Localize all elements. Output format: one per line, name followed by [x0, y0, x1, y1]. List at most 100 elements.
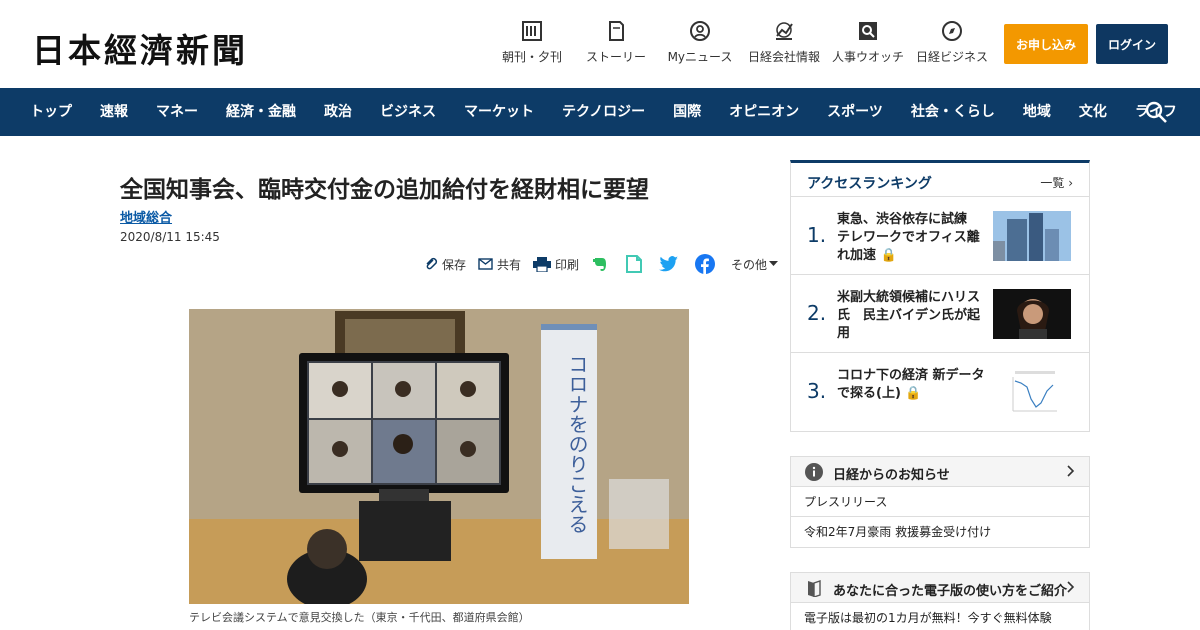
header-nav-personnel[interactable]: 人事ウオッチ [826, 20, 910, 65]
rank-headline-text: 東急、渋谷依存に試練 テレワークでオフィス離れ加速 [837, 212, 981, 263]
ranking-header: アクセスランキング 一覧 › [791, 163, 1089, 197]
print-button[interactable]: 印刷 [533, 256, 579, 273]
guide-item[interactable]: 電子版は最初の1カ月が無料！今すぐ無料体験 [791, 603, 1089, 630]
main-nav-item[interactable]: スポーツ [813, 88, 897, 136]
main-nav: トップ 速報 マネー 経済・金融 政治 ビジネス マーケット テクノロジー 国際… [0, 88, 1200, 136]
rank-headline-text: 米副大統領候補にハリス氏 民主バイデン氏が起用 [837, 290, 981, 341]
note-icon [626, 255, 643, 273]
site-header: 日本經濟新聞 朝刊・夕刊 ストーリー Myニュース 日経会社情報 人事ウオッチ … [0, 0, 1200, 88]
main-nav-item[interactable]: 地域 [1009, 88, 1065, 136]
notice-title: 日経からのお知らせ [833, 468, 950, 483]
ranking-item[interactable]: 1. 東急、渋谷依存に試練 テレワークでオフィス離れ加速 🔒 [791, 197, 1089, 275]
printer-icon [533, 256, 552, 272]
info-icon [805, 463, 823, 481]
nikkei-notice: 日経からのお知らせ プレスリリース 令和2年7月豪雨 救援募金受け付け [790, 456, 1090, 548]
chevron-right-icon [1067, 465, 1075, 477]
ranking-more-label: 一覧 [1040, 176, 1065, 190]
header-nav-label: 日経会社情報 [747, 50, 820, 64]
evernote-icon [593, 258, 607, 271]
notice-item[interactable]: プレスリリース [791, 487, 1089, 517]
user-icon [690, 21, 710, 41]
header-nav-story[interactable]: ストーリー [574, 20, 658, 65]
site-logo[interactable]: 日本經濟新聞 [32, 24, 248, 72]
paperclip-icon [426, 257, 438, 270]
share-label: 共有 [497, 257, 522, 272]
digital-guide: あなたに合った電子版の使い方をご紹介 電子版は最初の1カ月が無料！今すぐ無料体験 [790, 572, 1090, 630]
lock-icon: 🔒 [880, 248, 897, 263]
rank-headline: 東急、渋谷依存に試練 テレワークでオフィス離れ加速 🔒 [837, 211, 987, 265]
ranking-more-link[interactable]: 一覧 › [1040, 174, 1073, 191]
header-nav-business[interactable]: 日経ビジネス [910, 20, 994, 65]
photo-caption: テレビ会議システムで意見交換した（東京・千代田、都道府県会館） [189, 611, 530, 624]
chart-icon [776, 22, 793, 40]
save-button[interactable]: 保存 [424, 256, 466, 273]
rank-headline: 米副大統領候補にハリス氏 民主バイデン氏が起用 [837, 289, 987, 343]
header-nav-label: 日経ビジネス [915, 50, 988, 64]
main-nav-item[interactable]: 文化 [1065, 88, 1121, 136]
twitter-icon [659, 255, 679, 271]
caret-down-icon [769, 261, 779, 266]
access-ranking: アクセスランキング 一覧 › 1. 東急、渋谷依存に試練 テレワークでオフィス離… [790, 160, 1090, 432]
main-nav-item[interactable]: マーケット [450, 88, 548, 136]
facebook-button[interactable] [695, 254, 719, 274]
more-label: その他 [731, 257, 768, 272]
main-nav-item[interactable]: 国際 [659, 88, 715, 136]
article-category-link[interactable]: 地域総合 [120, 207, 172, 226]
note-button[interactable] [625, 254, 647, 274]
facebook-icon [695, 254, 716, 274]
header-nav-company[interactable]: 日経会社情報 [742, 20, 826, 65]
meeting-photo-image: コロナをのりこえる [189, 309, 689, 604]
header-nav-label: 朝刊・夕刊 [501, 50, 562, 64]
article-photo: コロナをのりこえる [189, 309, 689, 604]
mail-icon [478, 258, 493, 270]
book-icon [808, 580, 821, 597]
login-button[interactable]: ログイン [1096, 24, 1168, 64]
rank-number: 3. [807, 379, 827, 403]
header-nav-label: 人事ウオッチ [831, 50, 904, 64]
main-nav-item[interactable]: 社会・くらし [897, 88, 1009, 136]
main-nav-item[interactable]: オピニオン [715, 88, 813, 136]
twitter-button[interactable] [659, 255, 683, 273]
lock-icon: 🔒 [905, 386, 922, 401]
rank-headline: コロナ下の経済 新データで探る(上) 🔒 [837, 367, 987, 403]
main-nav-item[interactable]: テクノロジー [548, 88, 659, 136]
share-button[interactable]: 共有 [478, 256, 521, 273]
article-tools: 保存 共有 印刷 その他 [424, 254, 794, 274]
rank-thumbnail [993, 289, 1071, 339]
ranking-item[interactable]: 2. 米副大統領候補にハリス氏 民主バイデン氏が起用 [791, 275, 1089, 353]
main-nav-item[interactable]: 速報 [86, 88, 142, 136]
guide-header[interactable]: あなたに合った電子版の使い方をご紹介 [791, 573, 1089, 603]
notice-header[interactable]: 日経からのお知らせ [791, 457, 1089, 487]
main-nav-item[interactable]: 経済・金融 [212, 88, 310, 136]
save-label: 保存 [442, 257, 467, 272]
evernote-button[interactable] [591, 255, 613, 273]
main-nav-item[interactable]: ビジネス [366, 88, 450, 136]
ranking-item[interactable]: 3. コロナ下の経済 新データで探る(上) 🔒 [791, 353, 1089, 431]
notice-item[interactable]: 令和2年7月豪雨 救援募金受け付け [791, 517, 1089, 547]
banner-text: コロナをのりこえる [565, 354, 589, 534]
header-nav-mynews[interactable]: Myニュース [658, 20, 742, 65]
header-nav-label: Myニュース [667, 50, 733, 64]
header-nav-label: ストーリー [585, 50, 646, 64]
chevron-right-icon [1067, 581, 1075, 593]
ranking-title: アクセスランキング [807, 176, 932, 192]
apply-button[interactable]: お申し込み [1004, 24, 1088, 64]
main-nav-item[interactable]: トップ [0, 88, 86, 136]
rank-number: 1. [807, 223, 827, 247]
main-nav-list: トップ 速報 マネー 経済・金融 政治 ビジネス マーケット テクノロジー 国際… [0, 88, 1191, 136]
rank-thumbnail [993, 367, 1071, 417]
rank-number: 2. [807, 301, 827, 325]
compass-icon [942, 21, 962, 41]
search-icon[interactable] [1144, 100, 1168, 124]
header-nav-paper[interactable]: 朝刊・夕刊 [490, 20, 574, 65]
main-nav-item[interactable]: 政治 [310, 88, 366, 136]
guide-title: あなたに合った電子版の使い方をご紹介 [833, 584, 1068, 599]
main-nav-item[interactable]: マネー [142, 88, 212, 136]
newspaper-icon [522, 21, 542, 41]
article-title: 全国知事会、臨時交付金の追加給付を経財相に要望 [120, 177, 649, 203]
search-person-icon [859, 22, 877, 40]
more-menu-button[interactable]: その他 [731, 256, 782, 273]
rank-thumbnail [993, 211, 1071, 261]
article-date: 2020/8/11 15:45 [120, 230, 220, 244]
story-icon [609, 21, 624, 41]
